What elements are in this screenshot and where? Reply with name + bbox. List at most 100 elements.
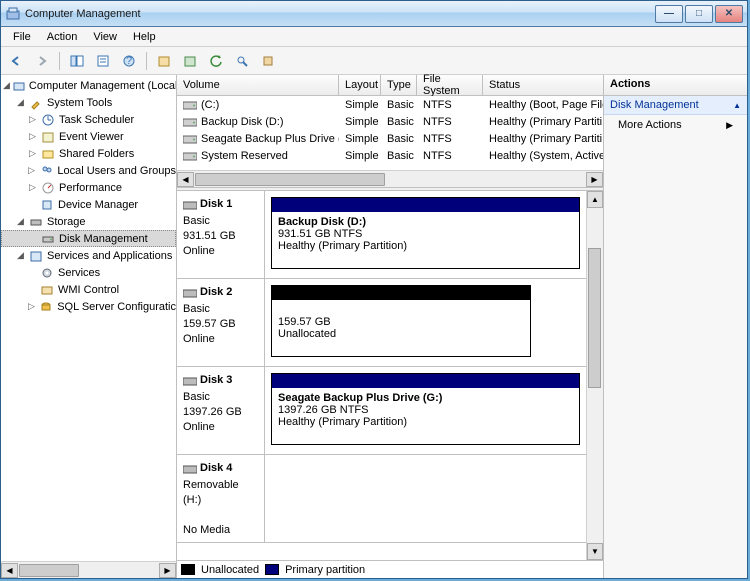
partition[interactable]: Seagate Backup Plus Drive (G:)1397.26 GB… <box>271 373 580 445</box>
volume-fs: NTFS <box>417 133 483 145</box>
disk-title: Disk 3 <box>200 373 232 388</box>
disk-graphical-view: Disk 1Basic931.51 GBOnlineBackup Disk (D… <box>177 191 603 578</box>
tree-device-manager-label: Device Manager <box>58 199 138 211</box>
partition-name: Seagate Backup Plus Drive (G:) <box>278 392 573 404</box>
volume-row[interactable]: Seagate Backup Plus Drive (G:)SimpleBasi… <box>177 130 603 147</box>
forward-button[interactable] <box>31 50 53 72</box>
volume-h-scrollbar[interactable]: ◀ ▶ <box>177 170 603 187</box>
console-tree[interactable]: ◢ Computer Management (Local ◢ System To… <box>1 75 176 561</box>
menu-bar: File Action View Help <box>1 27 747 47</box>
maximize-button[interactable]: □ <box>685 5 713 23</box>
refresh-button[interactable] <box>205 50 227 72</box>
close-button[interactable]: ✕ <box>715 5 743 23</box>
partition[interactable]: Backup Disk (D:)931.51 GB NTFSHealthy (P… <box>271 197 580 269</box>
disk-state: No Media <box>183 523 258 538</box>
disk-icon <box>183 464 197 474</box>
minimize-button[interactable]: — <box>655 5 683 23</box>
menu-view[interactable]: View <box>85 29 125 45</box>
scroll-right-button[interactable]: ▶ <box>586 172 603 187</box>
scroll-down-button[interactable]: ▼ <box>587 543 603 560</box>
menu-file[interactable]: File <box>5 29 39 45</box>
toolbar-button-6[interactable] <box>179 50 201 72</box>
drive-icon <box>183 134 197 144</box>
disk-v-scrollbar[interactable]: ▲ ▼ <box>586 191 603 560</box>
toolbar-button-8[interactable] <box>231 50 253 72</box>
tree-services[interactable]: Services <box>1 264 176 281</box>
volume-row[interactable]: Backup Disk (D:)SimpleBasicNTFSHealthy (… <box>177 113 603 130</box>
tree-local-users[interactable]: ▷ Local Users and Groups <box>1 162 176 179</box>
back-button[interactable] <box>5 50 27 72</box>
disk-sub: Basic <box>183 302 258 317</box>
volume-layout: Simple <box>339 116 381 128</box>
col-status[interactable]: Status <box>483 75 603 95</box>
scroll-left-button[interactable]: ◀ <box>1 563 18 578</box>
center-pane: Volume Layout Type File System Status (C… <box>177 75 604 578</box>
col-layout[interactable]: Layout <box>339 75 381 95</box>
tree-task-scheduler[interactable]: ▷ Task Scheduler <box>1 111 176 128</box>
tree-wmi[interactable]: WMI Control <box>1 281 176 298</box>
disk-sub: Basic <box>183 390 258 405</box>
disk-row[interactable]: Disk 2Basic159.57 GBOnline 159.57 GBUnal… <box>177 279 586 367</box>
disk-sub: Removable (H:) <box>183 478 258 508</box>
tree-sql[interactable]: ▷ SQL Server Configuratic <box>1 298 176 315</box>
toolbar-button-9[interactable] <box>257 50 279 72</box>
disk-size: 159.57 GB <box>183 317 258 332</box>
scroll-right-button[interactable]: ▶ <box>159 563 176 578</box>
show-hide-tree-button[interactable] <box>66 50 88 72</box>
disk-mgmt-icon <box>40 231 56 247</box>
volume-type: Basic <box>381 116 417 128</box>
disk-row[interactable]: Disk 3Basic1397.26 GBOnlineSeagate Backu… <box>177 367 586 455</box>
menu-action[interactable]: Action <box>39 29 86 45</box>
disk-row[interactable]: Disk 1Basic931.51 GBOnlineBackup Disk (D… <box>177 191 586 279</box>
tree-device-manager[interactable]: Device Manager <box>1 196 176 213</box>
tree-event-viewer[interactable]: ▷ Event Viewer <box>1 128 176 145</box>
volume-name: (C:) <box>201 99 219 111</box>
col-type[interactable]: Type <box>381 75 417 95</box>
legend-unallocated: Unallocated <box>201 564 259 576</box>
disk-row[interactable]: Disk 4Removable (H:) No Media <box>177 455 586 543</box>
tree-h-scrollbar[interactable]: ◀ ▶ <box>1 561 176 578</box>
disk-icon <box>183 376 197 386</box>
tree-services-apps[interactable]: ◢ Services and Applications <box>1 247 176 264</box>
tree-storage[interactable]: ◢ Storage <box>1 213 176 230</box>
tree-performance[interactable]: ▷ Performance <box>1 179 176 196</box>
toolbar-button-5[interactable] <box>153 50 175 72</box>
actions-group-label: Disk Management <box>610 99 699 111</box>
disk-size: 931.51 GB <box>183 229 258 244</box>
event-icon <box>40 129 56 145</box>
properties-button[interactable] <box>92 50 114 72</box>
tree-shared-folders-label: Shared Folders <box>59 148 134 160</box>
swatch-primary <box>265 564 279 575</box>
scroll-left-button[interactable]: ◀ <box>177 172 194 187</box>
more-actions[interactable]: More Actions ▶ <box>604 115 747 135</box>
volume-row[interactable]: System ReservedSimpleBasicNTFSHealthy (S… <box>177 147 603 164</box>
col-fs[interactable]: File System <box>417 75 483 95</box>
help-button[interactable]: ? <box>118 50 140 72</box>
tree-system-tools[interactable]: ◢ System Tools <box>1 94 176 111</box>
partition-unallocated[interactable]: 159.57 GBUnallocated <box>271 285 531 357</box>
partition-size: 1397.26 GB NTFS <box>278 404 573 416</box>
actions-group-disk-management[interactable]: Disk Management ▲ <box>604 96 747 115</box>
tree-disk-management[interactable]: Disk Management <box>1 230 176 247</box>
tree-root[interactable]: ◢ Computer Management (Local <box>1 77 176 94</box>
chevron-right-icon: ▶ <box>726 120 733 131</box>
toolbar: ? <box>1 47 747 75</box>
menu-help[interactable]: Help <box>125 29 164 45</box>
volume-list[interactable]: (C:)SimpleBasicNTFSHealthy (Boot, Page F… <box>177 96 603 164</box>
gear-icon <box>39 265 55 281</box>
scroll-up-button[interactable]: ▲ <box>587 191 603 208</box>
actions-header: Actions <box>604 75 747 96</box>
volume-type: Basic <box>381 99 417 111</box>
tree-shared-folders[interactable]: ▷ Shared Folders <box>1 145 176 162</box>
volume-layout: Simple <box>339 99 381 111</box>
titlebar[interactable]: Computer Management — □ ✕ <box>1 1 747 27</box>
drive-icon <box>183 100 197 110</box>
disk-state: Online <box>183 244 258 259</box>
users-icon <box>39 163 54 179</box>
tree-storage-label: Storage <box>47 216 86 228</box>
performance-icon <box>40 180 56 196</box>
partition-status: Healthy (Primary Partition) <box>278 416 573 428</box>
volume-row[interactable]: (C:)SimpleBasicNTFSHealthy (Boot, Page F… <box>177 96 603 113</box>
folder-share-icon <box>40 146 56 162</box>
col-volume[interactable]: Volume <box>177 75 339 95</box>
